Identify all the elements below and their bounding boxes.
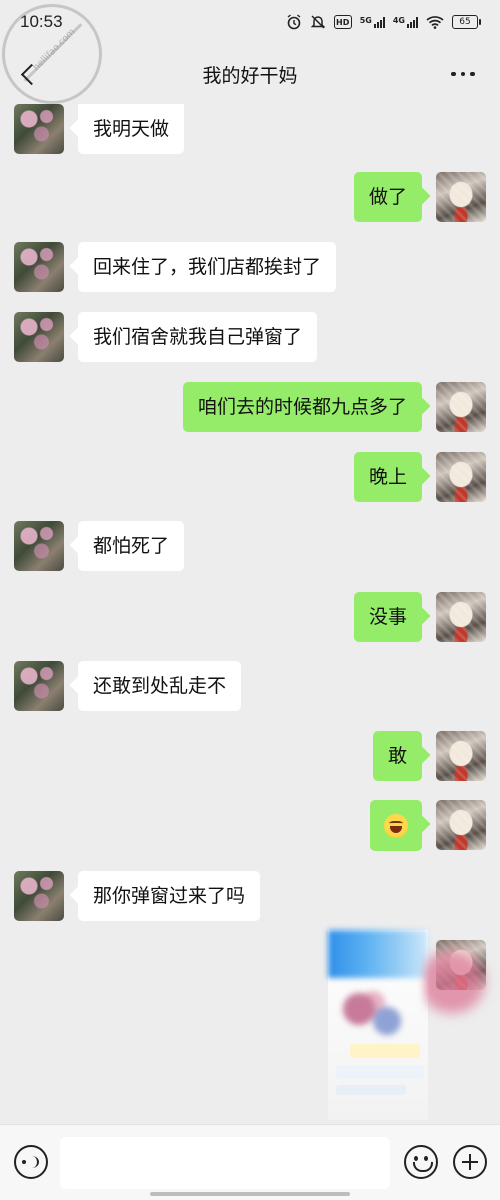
message-bubble-sent[interactable]: [370, 800, 422, 851]
contact-avatar[interactable]: [14, 871, 64, 921]
contact-avatar[interactable]: [14, 104, 64, 154]
wifi-icon: [426, 15, 444, 29]
my-avatar[interactable]: [436, 382, 486, 432]
input-bar: [0, 1124, 500, 1200]
message-bubble-received[interactable]: 我们宿舍就我自己弹窗了: [78, 312, 318, 362]
image-content-row: [350, 1044, 420, 1058]
contact-avatar[interactable]: [14, 661, 64, 711]
message-bubble-sent[interactable]: 做了: [353, 172, 422, 222]
contact-avatar[interactable]: [14, 312, 64, 362]
my-avatar[interactable]: [436, 172, 486, 222]
title-bar: 我的好干妈: [0, 44, 500, 104]
my-avatar[interactable]: [436, 592, 486, 642]
image-content-row: [336, 1085, 406, 1095]
message-bubble-received[interactable]: 我明天做: [78, 104, 185, 154]
message-text: 咱们去的时候都九点多了: [197, 396, 407, 418]
more-dots-icon: [451, 71, 456, 77]
alarm-icon: [286, 14, 302, 30]
message-input[interactable]: [60, 1137, 390, 1189]
my-avatar[interactable]: [436, 452, 486, 502]
message-text: 那你弹窗过来了吗: [93, 885, 246, 907]
contact-avatar[interactable]: [14, 242, 64, 292]
message-bubble-received[interactable]: 都怕死了: [78, 521, 185, 571]
message-text: 我明天做: [93, 118, 170, 140]
message-text: 我们宿舍就我自己弹窗了: [93, 326, 303, 348]
emoji-button[interactable]: [404, 1145, 438, 1179]
message-bubble-received[interactable]: 回来住了，我们店都挨封了: [78, 242, 337, 292]
grinning-squinting-face-emoji-icon: [384, 813, 408, 838]
my-avatar[interactable]: [436, 731, 486, 781]
more-options-button[interactable]: [448, 60, 478, 88]
home-indicator[interactable]: [150, 1192, 350, 1196]
signal-5g-icon: 5G: [360, 16, 385, 28]
image-message[interactable]: [328, 930, 494, 1120]
message-text: 还敢到处乱走不: [93, 675, 227, 697]
message-text: 做了: [368, 186, 407, 208]
message-text: 晚上: [368, 466, 407, 488]
battery-icon: 65: [452, 15, 481, 29]
blurred-image-area: [328, 930, 428, 978]
message-bubble-sent[interactable]: 没事: [353, 592, 422, 642]
message-text: 回来住了，我们店都挨封了: [93, 256, 322, 278]
message-text: 都怕死了: [93, 535, 170, 557]
blurred-image-area: [338, 985, 408, 1045]
image-content-row: [336, 1065, 424, 1079]
message-bubble-received[interactable]: 那你弹窗过来了吗: [78, 871, 261, 921]
status-icons: HD 5G 4G 65: [286, 14, 481, 30]
page-title: 我的好干妈: [202, 65, 298, 87]
voice-input-button[interactable]: [14, 1145, 48, 1179]
message-text: 敢: [387, 745, 407, 767]
status-bar: 10:53 HD 5G 4G 65: [0, 0, 500, 44]
blurred-image-area: [424, 942, 494, 1022]
message-bubble-received[interactable]: 还敢到处乱走不: [78, 661, 242, 711]
signal-4g-icon: 4G: [393, 16, 418, 28]
message-text: 没事: [368, 606, 407, 628]
hd-icon: HD: [333, 15, 352, 29]
my-avatar[interactable]: [436, 800, 486, 850]
message-bubble-sent[interactable]: 晚上: [353, 452, 422, 502]
status-time: 10:53: [20, 12, 63, 31]
back-button[interactable]: [14, 58, 44, 90]
mute-icon: [310, 14, 326, 30]
more-actions-button[interactable]: [453, 1145, 487, 1179]
message-bubble-sent[interactable]: 敢: [372, 731, 422, 781]
contact-avatar[interactable]: [14, 521, 64, 571]
message-bubble-sent[interactable]: 咱们去的时候都九点多了: [182, 382, 422, 432]
